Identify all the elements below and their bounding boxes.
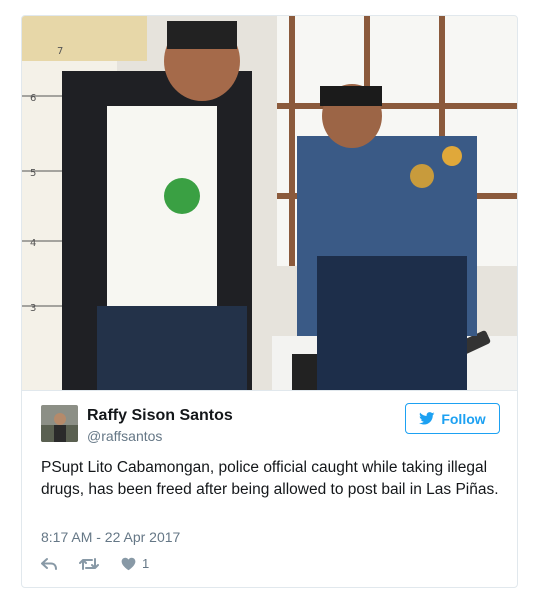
follow-button[interactable]: Follow [405, 403, 500, 434]
author-handle[interactable]: @raffsantos [87, 428, 162, 444]
retweet-button[interactable] [79, 557, 99, 571]
avatar-image [41, 405, 78, 442]
svg-text:3: 3 [30, 303, 36, 314]
tweet-card: 6 5 4 3 7 Raffy Sison Santos @raffsantos… [21, 15, 518, 588]
svg-text:5: 5 [30, 168, 36, 179]
tweet-timestamp[interactable]: 8:17 AM - 22 Apr 2017 [41, 529, 180, 545]
reply-button[interactable] [41, 557, 57, 571]
photo-divider [22, 390, 517, 391]
svg-text:6: 6 [30, 93, 36, 104]
retweet-icon [79, 557, 99, 570]
tweet-photo[interactable]: 6 5 4 3 7 [22, 16, 517, 390]
like-count: 1 [142, 556, 150, 571]
svg-text:4: 4 [30, 238, 36, 249]
heart-icon [121, 557, 136, 570]
tweet-actions: 1 [41, 556, 171, 571]
svg-text:7: 7 [57, 46, 63, 57]
like-button[interactable]: 1 [121, 556, 149, 571]
reply-icon [41, 557, 57, 570]
follow-label: Follow [441, 410, 486, 427]
tweet-photo-image: 6 5 4 3 7 [22, 16, 517, 390]
twitter-bird-icon [419, 412, 435, 425]
tweet-text: PSupt Lito Cabamongan, police official c… [41, 459, 499, 498]
author-display-name[interactable]: Raffy Sison Santos [87, 407, 233, 425]
author-avatar[interactable] [41, 405, 78, 442]
